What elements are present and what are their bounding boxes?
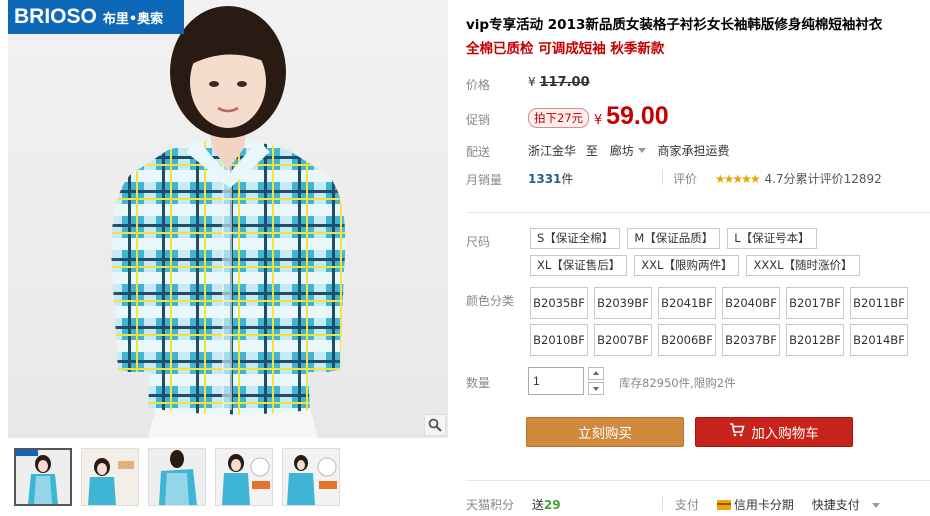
shipping-fee: 商家承担运费 (657, 144, 730, 158)
magnifier-icon[interactable] (424, 414, 446, 436)
sale-currency: ¥ (594, 113, 603, 128)
monthly-sales: 1331件 (528, 170, 573, 187)
star-rating-icon: ★★★★★ (714, 172, 761, 186)
size-option[interactable]: XXXL【随时涨价】 (746, 255, 860, 276)
color-option[interactable]: B2006BF (658, 324, 716, 356)
pay-label: 支付 (675, 498, 700, 512)
size-option[interactable]: L【保证号本】 (727, 228, 817, 249)
thumbnail-5[interactable] (282, 448, 340, 506)
main-product-image[interactable]: BRIOSO 布里•奥索 (8, 0, 448, 438)
color-option[interactable]: B2037BF (722, 324, 780, 356)
rating-score: 4.7分 (764, 172, 796, 186)
sales-count: 1331 (528, 172, 562, 186)
buy-now-label: 立刻购买 (578, 426, 632, 442)
thumbnail-4[interactable] (215, 448, 273, 506)
color-option[interactable]: B2035BF (530, 287, 588, 319)
brand-subname: 布里•奥索 (102, 11, 164, 27)
points-value: 送29 (531, 498, 561, 512)
promo-tag: 拍下27元 (528, 108, 590, 128)
original-price: ¥ 117.00 (528, 75, 590, 90)
size-option[interactable]: M【保证品质】 (627, 228, 721, 249)
chevron-down-icon[interactable] (871, 503, 880, 508)
rating[interactable]: 评价 ★★★★★ 4.7分累计评价12892 (673, 170, 882, 187)
ship-to-select[interactable]: 廊坊 (610, 144, 634, 158)
add-to-cart-label: 加入购物车 (751, 426, 819, 442)
chevron-down-icon[interactable] (637, 148, 646, 153)
brand-name: BRIOSO (14, 5, 97, 28)
buy-now-button[interactable]: 立刻购买 (526, 417, 684, 447)
sale-price-value: 59.00 (606, 102, 669, 130)
brand-badge: BRIOSO 布里•奥索 (8, 0, 184, 34)
product-subtitle: 全棉已质检 可调成短袖 秋季新款 (466, 41, 665, 57)
payment-info: 支付 信用卡分期 快捷支付 (675, 496, 880, 513)
promo-label: 促销 (466, 113, 491, 127)
ship-from: 浙江金华 (528, 144, 577, 158)
shipping-info: 浙江金华 至 廊坊 商家承担运费 (528, 142, 730, 159)
thumbnail-3[interactable] (148, 448, 206, 506)
divider (662, 496, 663, 511)
color-option[interactable]: B2041BF (658, 287, 716, 319)
divider (466, 480, 930, 481)
sale-price: ¥ 59.00 (594, 102, 669, 131)
size-option[interactable]: S【保证全棉】 (530, 228, 621, 249)
sales-label: 月销量 (466, 173, 503, 187)
model-photo (111, 6, 346, 438)
thumbnail-1[interactable] (14, 448, 72, 506)
divider (466, 212, 930, 213)
quantity-label: 数量 (466, 376, 491, 390)
color-option[interactable]: B2007BF (594, 324, 652, 356)
color-option[interactable]: B2017BF (786, 287, 844, 319)
size-label: 尺码 (466, 235, 491, 249)
currency-symbol: ¥ (528, 75, 536, 89)
quantity-input[interactable] (528, 367, 584, 395)
increase-button[interactable] (588, 367, 604, 380)
quantity-stepper (588, 367, 604, 397)
stock-info: 库存82950件,限购2件 (619, 376, 736, 390)
product-title: vip专享活动 2013新品质女装格子衬衫女长袖韩版修身纯棉短袖衬衣 (466, 17, 883, 33)
color-options: B2035BF B2039BF B2041BF B2040BF B2017BF … (530, 287, 908, 356)
color-option[interactable]: B2039BF (594, 287, 652, 319)
original-price-value: 117.00 (539, 75, 590, 90)
color-option[interactable]: B2011BF (850, 287, 908, 319)
color-option[interactable]: B2012BF (786, 324, 844, 356)
color-option[interactable]: B2040BF (722, 287, 780, 319)
color-label: 颜色分类 (466, 294, 515, 308)
sales-unit: 件 (561, 172, 574, 186)
size-option[interactable]: XL【保证售后】 (530, 255, 628, 276)
credit-card-installment[interactable]: 信用卡分期 (716, 498, 794, 512)
quick-pay[interactable]: 快捷支付 (812, 498, 860, 512)
size-options: S【保证全棉】 M【保证品质】 L【保证号本】 XL【保证售后】 XXL【限购两件】 X… (530, 228, 870, 282)
add-to-cart-button[interactable]: 加入购物车 (695, 417, 853, 447)
divider (662, 170, 663, 185)
size-option[interactable]: XXL【限购两件】 (634, 255, 740, 276)
points-label: 天猫积分 (466, 498, 515, 512)
credit-card-icon (716, 500, 731, 510)
product-page: BRIOSO 布里•奥索 vip专享活动 2013新品质女装格子衬衫女长袖韩版修… (0, 0, 930, 516)
color-option[interactable]: B2010BF (530, 324, 588, 356)
review-count[interactable]: 累计评价12892 (796, 172, 882, 186)
shipping-label: 配送 (466, 145, 491, 159)
price-label: 价格 (466, 78, 491, 92)
tmall-points: 天猫积分 送29 (466, 496, 561, 513)
ship-to-word: 至 (585, 144, 598, 158)
rating-label: 评价 (673, 172, 698, 186)
thumbnail-strip (14, 448, 340, 506)
decrease-button[interactable] (588, 382, 604, 395)
color-option[interactable]: B2014BF (850, 324, 908, 356)
thumbnail-2[interactable] (81, 448, 139, 506)
cart-icon (729, 423, 745, 441)
